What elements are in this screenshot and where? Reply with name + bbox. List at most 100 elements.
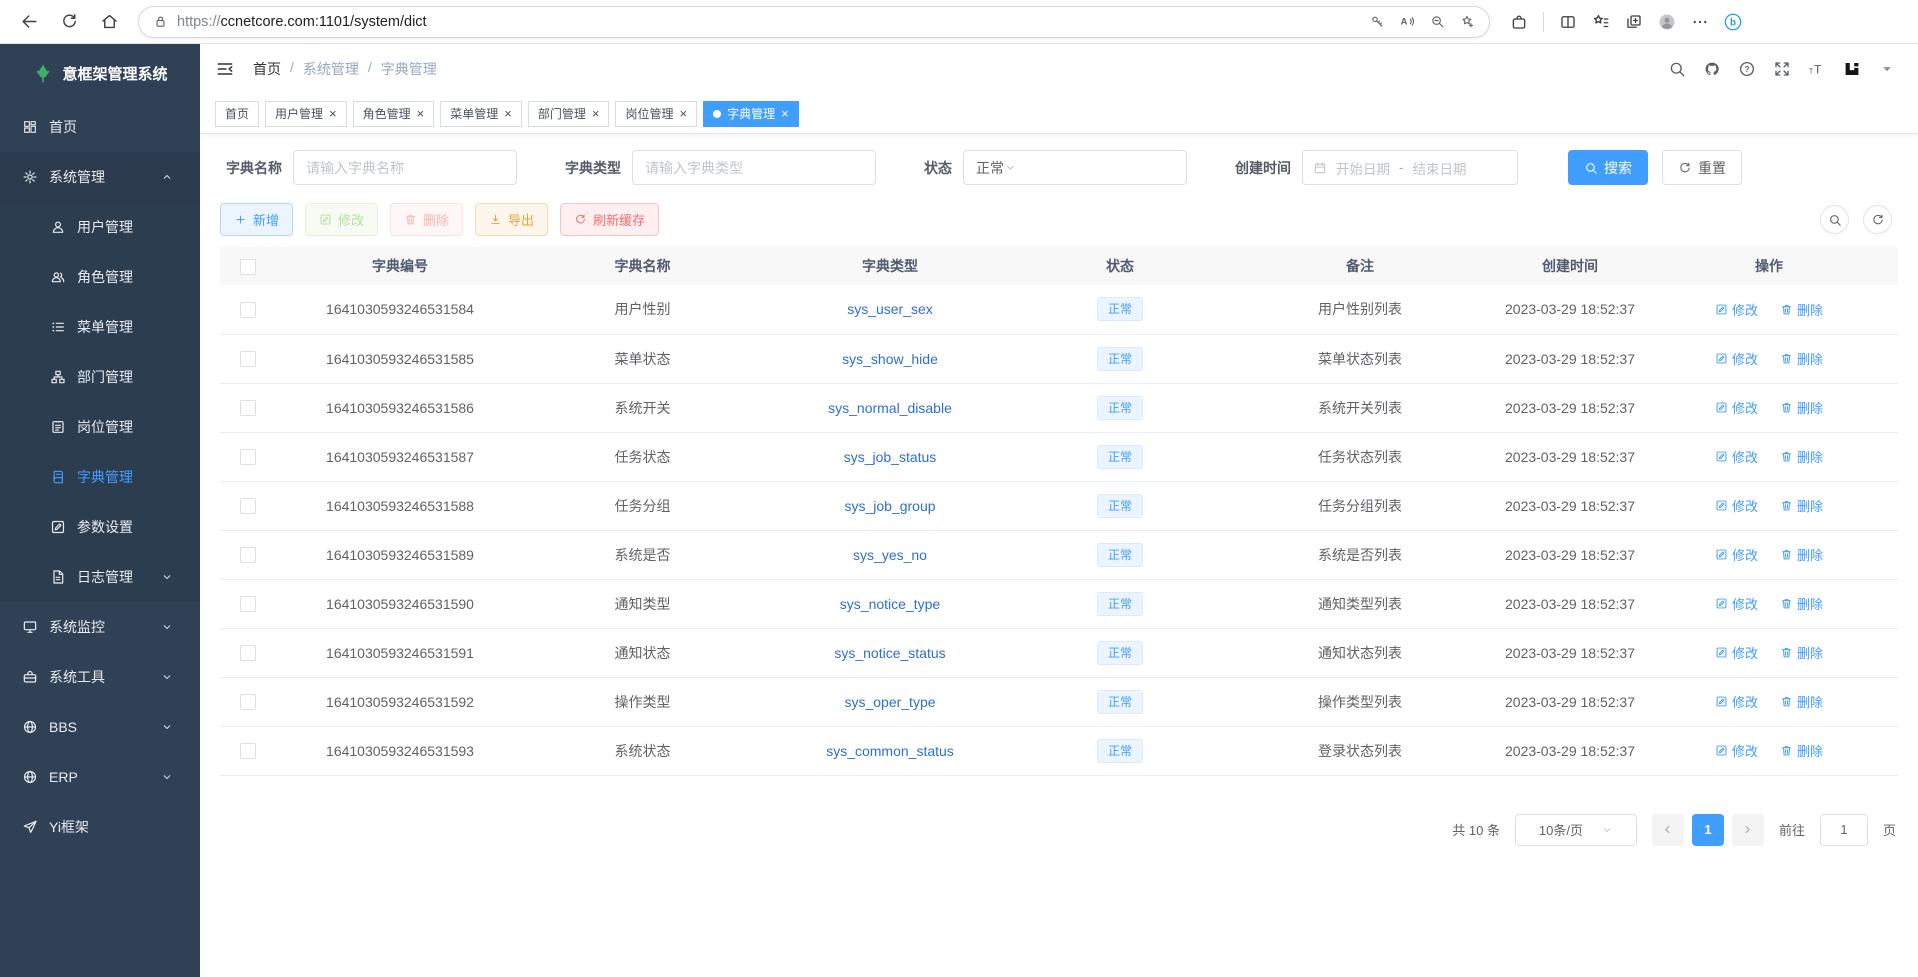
password-key-icon[interactable]	[1370, 14, 1385, 29]
browser-home-button[interactable]	[92, 5, 126, 39]
reset-button[interactable]: 重置	[1662, 150, 1742, 185]
tab-dept-mgmt[interactable]: 部门管理×	[528, 101, 610, 127]
sidebar-item-bbs[interactable]: BBS	[0, 702, 200, 752]
row-checkbox[interactable]	[240, 400, 256, 416]
split-screen-icon[interactable]	[1559, 13, 1577, 31]
next-page-button[interactable]	[1732, 814, 1764, 846]
tab-dict-mgmt[interactable]: 字典管理×	[703, 101, 799, 127]
row-edit-button[interactable]: 修改	[1715, 643, 1758, 662]
sidebar-item-erp[interactable]: ERP	[0, 752, 200, 802]
close-tab-icon[interactable]: ×	[504, 107, 512, 120]
row-checkbox[interactable]	[240, 351, 256, 367]
row-edit-button[interactable]: 修改	[1715, 545, 1758, 564]
read-aloud-icon[interactable]: A	[1400, 14, 1415, 29]
row-edit-button[interactable]: 修改	[1715, 398, 1758, 417]
page-size-select[interactable]: 10条/页	[1515, 814, 1637, 846]
sidebar-item-log-mgmt[interactable]: 日志管理	[0, 552, 200, 602]
row-delete-button[interactable]: 删除	[1780, 741, 1823, 760]
sidebar-item-param-settings[interactable]: 参数设置	[0, 502, 200, 552]
sidebar-item-role-mgmt[interactable]: 角色管理	[0, 252, 200, 302]
sidebar-item-user-mgmt[interactable]: 用户管理	[0, 202, 200, 252]
select-all-checkbox[interactable]	[240, 259, 256, 275]
close-tab-icon[interactable]: ×	[329, 107, 337, 120]
breadcrumb-item[interactable]: 首页	[253, 59, 281, 79]
dict-type-link[interactable]: sys_job_status	[844, 449, 937, 465]
help-icon[interactable]: ?	[1738, 60, 1756, 78]
dict-type-link[interactable]: sys_common_status	[826, 743, 954, 759]
row-delete-button[interactable]: 删除	[1780, 447, 1823, 466]
row-edit-button[interactable]: 修改	[1715, 447, 1758, 466]
close-tab-icon[interactable]: ×	[781, 107, 789, 120]
favorite-star-icon[interactable]	[1460, 14, 1475, 29]
browser-refresh-button[interactable]	[52, 5, 86, 39]
sidebar-item-dept-mgmt[interactable]: 部门管理	[0, 352, 200, 402]
row-checkbox[interactable]	[240, 743, 256, 759]
close-tab-icon[interactable]: ×	[592, 107, 600, 120]
row-checkbox[interactable]	[240, 645, 256, 661]
search-button[interactable]: 搜索	[1568, 150, 1648, 185]
chevron-down-icon[interactable]	[1878, 60, 1896, 78]
sidebar-item-system-mgmt[interactable]: 系统管理	[0, 152, 200, 202]
dict-type-link[interactable]: sys_show_hide	[842, 351, 938, 367]
close-tab-icon[interactable]: ×	[417, 107, 425, 120]
dict-type-link[interactable]: sys_job_group	[844, 498, 935, 514]
row-checkbox[interactable]	[240, 596, 256, 612]
sidebar-item-yi-framework[interactable]: Yi框架	[0, 802, 200, 852]
collections-icon[interactable]	[1625, 13, 1643, 31]
user-logo-avatar[interactable]	[1843, 60, 1861, 78]
profile-avatar-icon[interactable]	[1658, 13, 1676, 31]
refresh-table-button[interactable]	[1863, 205, 1892, 234]
row-edit-button[interactable]: 修改	[1715, 741, 1758, 760]
tab-user-mgmt[interactable]: 用户管理×	[265, 101, 347, 127]
row-delete-button[interactable]: 删除	[1780, 643, 1823, 662]
sidebar-item-home[interactable]: 首页	[0, 102, 200, 152]
row-delete-button[interactable]: 删除	[1780, 398, 1823, 417]
zoom-out-icon[interactable]	[1430, 14, 1445, 29]
dict-type-input[interactable]	[632, 150, 876, 185]
dict-type-link[interactable]: sys_notice_type	[840, 596, 940, 612]
refresh-cache-button[interactable]: 刷新缓存	[560, 203, 659, 236]
row-delete-button[interactable]: 删除	[1780, 300, 1823, 319]
tab-menu-mgmt[interactable]: 菜单管理×	[440, 101, 522, 127]
sidebar-item-post-mgmt[interactable]: 岗位管理	[0, 402, 200, 452]
dict-type-link[interactable]: sys_notice_status	[834, 645, 945, 661]
github-icon[interactable]	[1703, 60, 1721, 78]
edit-button[interactable]: 修改	[305, 203, 378, 236]
collapse-sidebar-button[interactable]	[215, 59, 235, 79]
row-edit-button[interactable]: 修改	[1715, 496, 1758, 515]
goto-page-input[interactable]	[1820, 814, 1868, 846]
delete-button[interactable]: 删除	[390, 203, 463, 236]
export-button[interactable]: 导出	[475, 203, 548, 236]
sidebar-item-menu-mgmt[interactable]: 菜单管理	[0, 302, 200, 352]
row-checkbox[interactable]	[240, 694, 256, 710]
status-select[interactable]: 正常	[963, 150, 1187, 185]
row-checkbox[interactable]	[240, 302, 256, 318]
row-checkbox[interactable]	[240, 498, 256, 514]
font-size-icon[interactable]: TT	[1808, 60, 1826, 78]
row-checkbox[interactable]	[240, 449, 256, 465]
more-menu-icon[interactable]	[1691, 13, 1709, 31]
search-icon[interactable]	[1668, 60, 1686, 78]
prev-page-button[interactable]	[1652, 814, 1684, 846]
fullscreen-icon[interactable]	[1773, 60, 1791, 78]
row-edit-button[interactable]: 修改	[1715, 349, 1758, 368]
show-search-button[interactable]	[1820, 205, 1849, 234]
row-delete-button[interactable]: 删除	[1780, 349, 1823, 368]
row-delete-button[interactable]: 删除	[1780, 594, 1823, 613]
current-page-button[interactable]: 1	[1692, 814, 1724, 846]
url-bar[interactable]: https://ccnetcore.com:1101/system/dict A	[138, 6, 1490, 38]
browser-back-button[interactable]	[12, 5, 46, 39]
dict-type-link[interactable]: sys_oper_type	[844, 694, 935, 710]
row-delete-button[interactable]: 删除	[1780, 692, 1823, 711]
dict-type-link[interactable]: sys_yes_no	[853, 547, 927, 563]
extensions-icon[interactable]	[1510, 13, 1528, 31]
row-edit-button[interactable]: 修改	[1715, 300, 1758, 319]
bing-chat-icon[interactable]: b	[1724, 13, 1742, 31]
date-range-picker[interactable]: 开始日期 - 结束日期	[1302, 150, 1518, 185]
dict-type-link[interactable]: sys_normal_disable	[828, 400, 952, 416]
row-delete-button[interactable]: 删除	[1780, 496, 1823, 515]
tab-home[interactable]: 首页	[215, 101, 259, 127]
favorites-bar-icon[interactable]	[1592, 13, 1610, 31]
close-tab-icon[interactable]: ×	[679, 107, 687, 120]
tab-role-mgmt[interactable]: 角色管理×	[353, 101, 435, 127]
